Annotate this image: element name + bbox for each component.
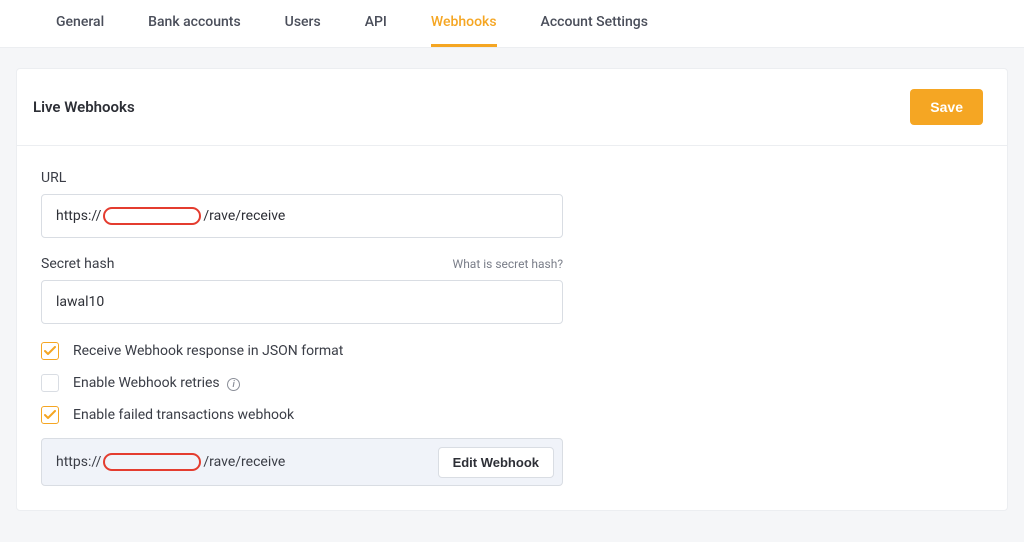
failed-url-suffix: /rave/receive xyxy=(203,454,285,470)
retries-label: Enable Webhook retries i xyxy=(73,375,240,392)
json-format-label: Receive Webhook response in JSON format xyxy=(73,343,343,359)
panel-header: Live Webhooks Save xyxy=(17,69,1007,146)
secret-input[interactable]: lawal10 xyxy=(41,280,563,324)
tab-webhooks[interactable]: Webhooks xyxy=(431,14,497,47)
json-format-row: Receive Webhook response in JSON format xyxy=(41,342,983,360)
tab-users[interactable]: Users xyxy=(285,14,321,47)
retries-row: Enable Webhook retries i xyxy=(41,374,983,392)
info-icon[interactable]: i xyxy=(227,378,240,391)
secret-label: Secret hash xyxy=(41,256,114,272)
url-redacted-segment xyxy=(103,207,201,225)
secret-hash-hint-link[interactable]: What is secret hash? xyxy=(453,257,563,271)
tab-general[interactable]: General xyxy=(56,14,104,47)
tab-account-settings[interactable]: Account Settings xyxy=(541,14,648,47)
secret-field-group: Secret hash What is secret hash? lawal10 xyxy=(41,256,983,324)
failed-label: Enable failed transactions webhook xyxy=(73,407,294,423)
failed-row: Enable failed transactions webhook xyxy=(41,406,983,424)
url-suffix: /rave/receive xyxy=(203,208,285,224)
failed-checkbox[interactable] xyxy=(41,406,59,424)
save-button[interactable]: Save xyxy=(910,89,983,125)
check-icon xyxy=(44,346,56,356)
secret-value: lawal10 xyxy=(56,294,104,310)
tab-bank-accounts[interactable]: Bank accounts xyxy=(148,14,241,47)
url-field-group: URL https:// /rave/receive xyxy=(41,170,983,238)
url-label: URL xyxy=(41,170,66,186)
failed-url-prefix: https:// xyxy=(56,454,101,470)
url-prefix: https:// xyxy=(56,208,101,224)
panel-body: URL https:// /rave/receive Secret hash W… xyxy=(17,146,1007,510)
panel-title: Live Webhooks xyxy=(33,98,135,116)
failed-url-box: https:// /rave/receive Edit Webhook xyxy=(41,438,563,486)
edit-webhook-button[interactable]: Edit Webhook xyxy=(438,447,554,478)
failed-url-redacted-segment xyxy=(103,453,201,471)
json-format-checkbox[interactable] xyxy=(41,342,59,360)
check-icon xyxy=(44,410,56,420)
tab-api[interactable]: API xyxy=(365,14,387,47)
retries-checkbox[interactable] xyxy=(41,374,59,392)
webhooks-panel: Live Webhooks Save URL https:// /rave/re… xyxy=(16,68,1008,511)
settings-tabs: General Bank accounts Users API Webhooks… xyxy=(0,0,1024,48)
url-input[interactable]: https:// /rave/receive xyxy=(41,194,563,238)
